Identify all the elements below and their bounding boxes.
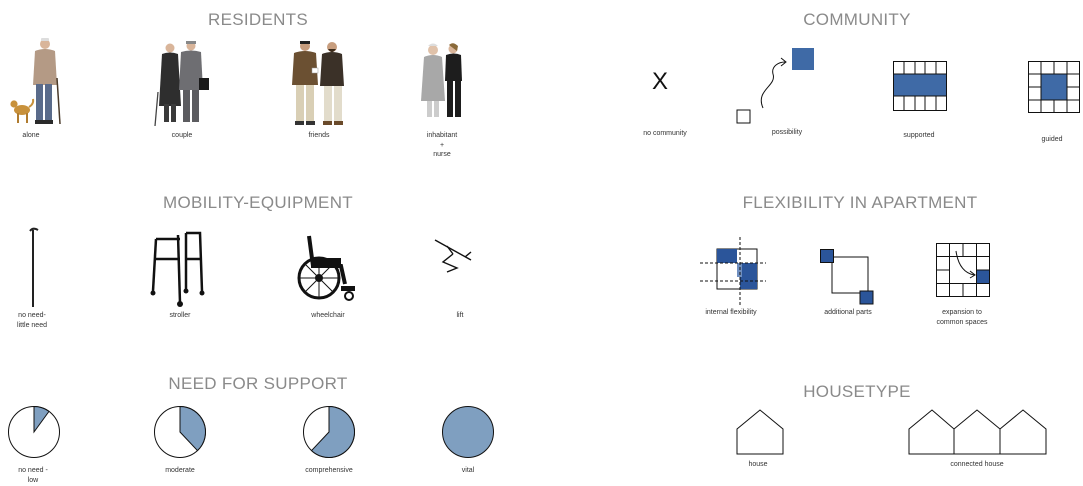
support-moderate-label: moderate — [165, 467, 195, 474]
mobility-title: MOBILITY-EQUIPMENT — [163, 193, 353, 212]
wheelchair-icon — [297, 234, 359, 302]
resident-inhabitant-nurse-figure — [418, 42, 468, 124]
support-pie-vital — [442, 406, 494, 458]
residents-title: RESIDENTS — [208, 10, 308, 29]
community-title: COMMUNITY — [803, 10, 911, 29]
lift-icon — [431, 238, 473, 274]
community-possibility-label: possibility — [771, 129, 803, 136]
community-possibility-icon — [735, 46, 817, 126]
support-title: NEED FOR SUPPORT — [168, 374, 348, 393]
housetype-title: HOUSETYPE — [803, 382, 911, 401]
diagram-board: RESIDENTS alone couple friends inhabitan… — [0, 0, 1083, 486]
expansion-label: expansion to common spaces — [936, 309, 988, 326]
support-pie-low — [8, 405, 60, 458]
expansion-common-spaces-icon — [936, 243, 990, 297]
resident-inhabitant-nurse-label: inhabitant + nurse — [426, 132, 458, 158]
community-supported-icon — [893, 61, 947, 111]
walker-label: stroller — [169, 312, 191, 319]
resident-alone-label: alone — [22, 132, 40, 139]
house-icon — [736, 409, 784, 455]
support-comprehensive-label: comprehensive — [305, 467, 353, 474]
additional-parts-icon — [820, 249, 876, 305]
wheelchair-label: wheelchair — [311, 312, 345, 319]
connected-house-label: connected house — [950, 461, 1004, 468]
no-community-symbol: X — [652, 68, 669, 95]
lift-label: lift — [456, 312, 464, 319]
resident-friends-figure — [289, 38, 351, 128]
internal-flexibility-icon — [700, 237, 766, 305]
dog-icon — [10, 98, 35, 123]
connected-house-icon — [908, 409, 1048, 455]
house-label: house — [748, 461, 768, 468]
support-vital-label: vital — [461, 467, 475, 474]
support-pie-comprehensive — [303, 405, 355, 458]
flexibility-title: FLEXIBILITY IN APARTMENT — [742, 193, 978, 212]
cane-label: no need- little need — [17, 312, 47, 329]
support-pie-moderate — [154, 405, 206, 458]
community-guided-icon — [1028, 61, 1080, 113]
resident-couple-figure — [153, 40, 213, 128]
community-none-label: no community — [643, 130, 687, 137]
additional-parts-label: additional parts — [824, 309, 872, 316]
community-supported-label: supported — [903, 132, 935, 139]
support-low-label: no need - low — [18, 467, 48, 484]
resident-alone-figure — [8, 36, 70, 128]
community-guided-label: guided — [1041, 136, 1063, 143]
pie-slice — [442, 406, 494, 458]
resident-couple-label: couple — [171, 132, 193, 139]
internal-flexibility-label: internal flexibility — [705, 309, 757, 316]
resident-friends-label: friends — [308, 132, 330, 139]
cane-icon — [28, 227, 40, 309]
walker-icon — [150, 229, 208, 309]
